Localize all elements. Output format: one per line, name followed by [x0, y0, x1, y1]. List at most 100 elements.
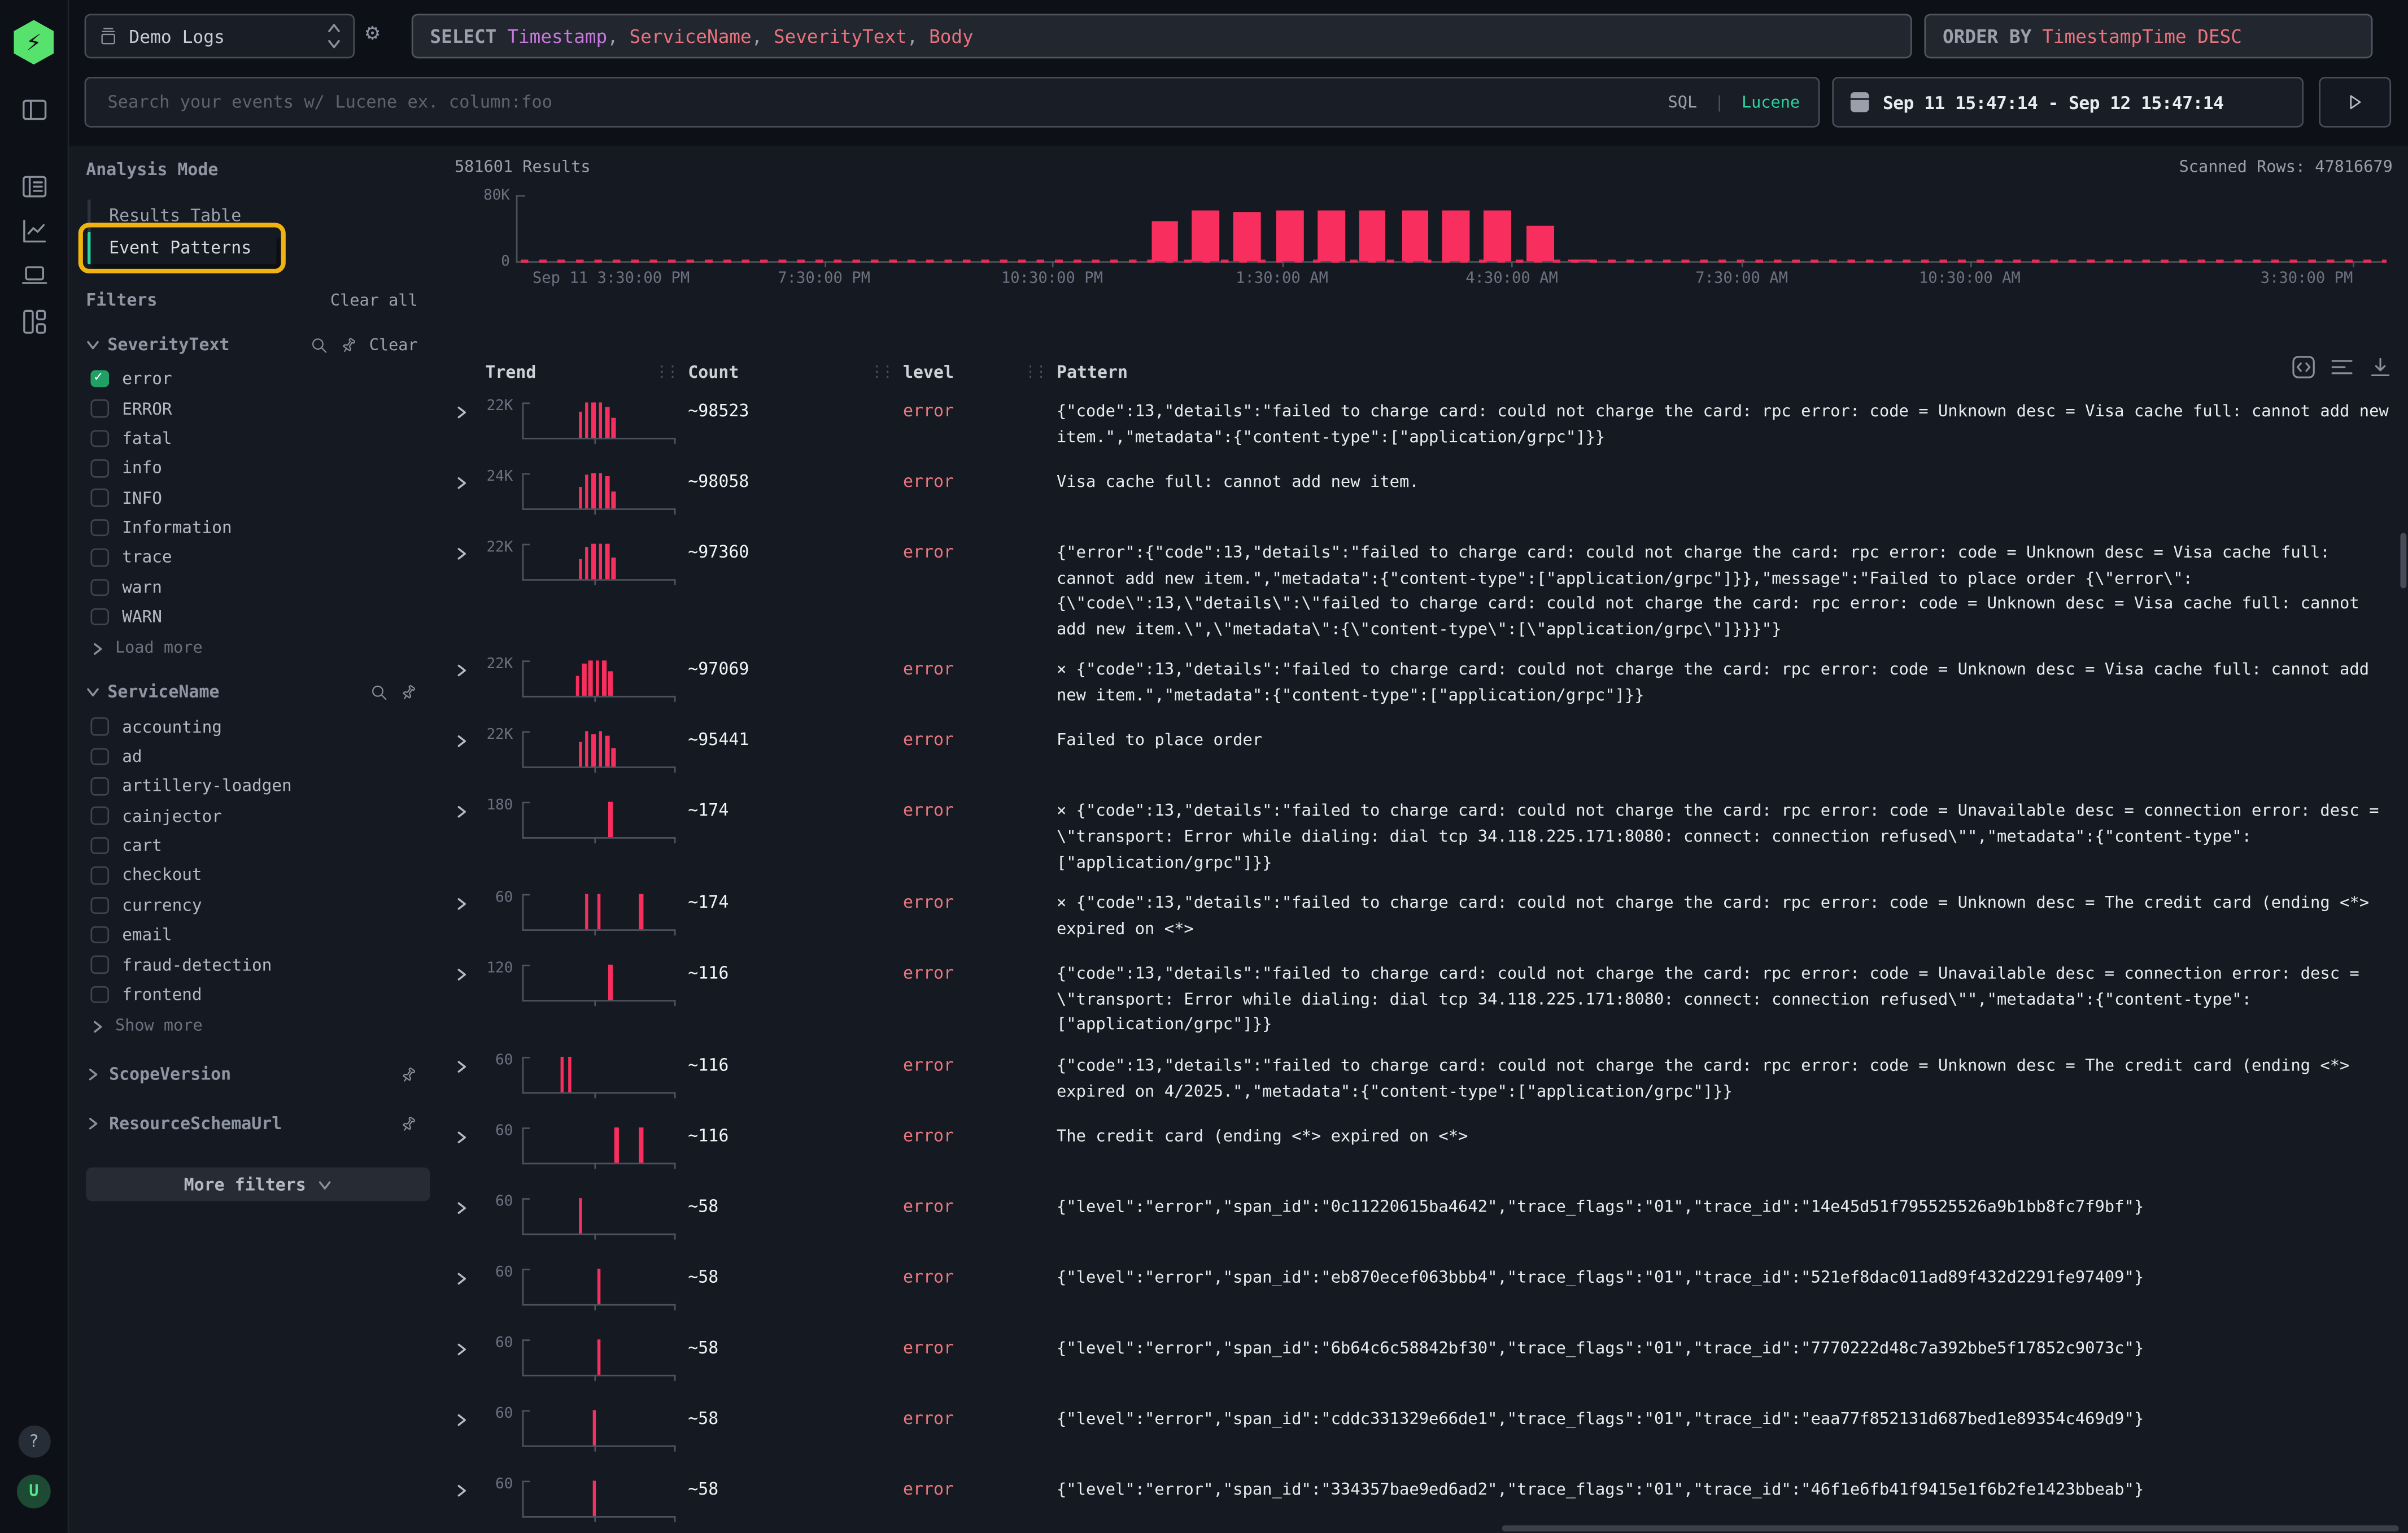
row-expand-chevron-icon[interactable]: [455, 968, 479, 982]
nav-dashboards[interactable]: [0, 307, 68, 337]
checkbox[interactable]: [90, 400, 108, 417]
histogram-bar[interactable]: [1151, 221, 1178, 261]
pattern-table-row[interactable]: 22K ~98523 error {"code":13,"details":"f…: [455, 387, 2396, 458]
checkbox[interactable]: [90, 777, 108, 795]
filter-option[interactable]: email: [86, 920, 417, 950]
row-expand-chevron-icon[interactable]: [455, 406, 479, 419]
results-histogram[interactable]: 80K 0 Sep 11 3:30:00 PM7:30:00 PM10:30:0…: [455, 180, 2402, 297]
checkbox[interactable]: [90, 430, 108, 447]
help-button[interactable]: ?: [0, 1426, 68, 1458]
row-expand-chevron-icon[interactable]: [455, 476, 479, 490]
column-drag-handle-icon[interactable]: ⋮⋮: [1023, 364, 1044, 381]
row-expand-chevron-icon[interactable]: [455, 1271, 479, 1285]
row-expand-chevron-icon[interactable]: [455, 1130, 479, 1144]
column-header-level[interactable]: level⋮⋮: [903, 363, 1057, 382]
severity-load-more[interactable]: Load more: [90, 639, 417, 658]
time-range-picker[interactable]: Sep 11 15:47:14 - Sep 12 15:47:14: [1832, 77, 2304, 128]
vertical-scrollbar-thumb[interactable]: [2400, 533, 2406, 589]
filter-option[interactable]: WARN: [86, 602, 417, 632]
checkbox[interactable]: [90, 519, 108, 537]
filter-option[interactable]: frontend: [86, 979, 417, 1009]
pattern-table-row[interactable]: 120 ~116 error {"code":13,"details":"fai…: [455, 950, 2396, 1042]
histogram-bar[interactable]: [1402, 211, 1429, 261]
search-icon[interactable]: [370, 683, 389, 702]
checkbox[interactable]: [90, 608, 108, 626]
select-columns-input[interactable]: SELECT Timestamp, ServiceName, SeverityT…: [412, 14, 1912, 58]
more-filters-button[interactable]: More filters: [86, 1168, 430, 1201]
pin-icon[interactable]: [337, 332, 362, 358]
pattern-table-row[interactable]: 60 ~58 error {"level":"error","span_id":…: [455, 1324, 2396, 1395]
histogram-bar[interactable]: [1318, 210, 1345, 262]
filter-option[interactable]: warn: [86, 572, 417, 602]
pattern-table-row[interactable]: 22K ~95441 error Failed to place order: [455, 716, 2396, 787]
checkbox[interactable]: [90, 747, 108, 765]
column-header-trend[interactable]: Trend⋮⋮: [479, 363, 688, 382]
filter-option[interactable]: currency: [86, 890, 417, 920]
pin-icon[interactable]: [396, 1062, 421, 1087]
pattern-table-row[interactable]: 22K ~97360 error {"error":{"code":13,"de…: [455, 528, 2396, 646]
pattern-table-row[interactable]: 60 ~116 error The credit card (ending <*…: [455, 1112, 2396, 1183]
filter-option[interactable]: info: [86, 454, 417, 484]
download-icon[interactable]: [2368, 355, 2393, 380]
row-expand-chevron-icon[interactable]: [455, 1413, 479, 1427]
checkbox[interactable]: [90, 956, 108, 973]
analysis-mode-option[interactable]: Results Table: [88, 200, 266, 232]
filter-option[interactable]: cainjector: [86, 801, 417, 831]
filter-option[interactable]: INFO: [86, 483, 417, 513]
row-expand-chevron-icon[interactable]: [455, 805, 479, 819]
checkbox[interactable]: [90, 370, 108, 387]
query-language-toggle[interactable]: SQL | Lucene: [1668, 93, 1800, 112]
column-drag-handle-icon[interactable]: ⋮⋮: [654, 364, 675, 381]
source-select[interactable]: Demo Logs: [85, 14, 355, 58]
filter-option[interactable]: checkout: [86, 861, 417, 891]
severity-section-header[interactable]: SeverityText Clear: [86, 335, 417, 355]
code-view-icon[interactable]: [2291, 355, 2316, 380]
filter-option[interactable]: cart: [86, 831, 417, 861]
checkbox[interactable]: [90, 866, 108, 884]
filter-option[interactable]: artillery-loadgen: [86, 771, 417, 801]
column-drag-handle-icon[interactable]: ⋮⋮: [869, 364, 891, 381]
checkbox[interactable]: [90, 548, 108, 566]
checkbox[interactable]: [90, 926, 108, 944]
pattern-table-row[interactable]: 60 ~174 error × {"code":13,"details":"fa…: [455, 879, 2396, 950]
row-expand-chevron-icon[interactable]: [455, 664, 479, 678]
filter-option[interactable]: ad: [86, 742, 417, 772]
filter-option[interactable]: ERROR: [86, 394, 417, 424]
search-input[interactable]: [104, 90, 1656, 114]
filter-option[interactable]: error: [86, 364, 417, 394]
severity-clear-button[interactable]: Clear: [369, 336, 418, 354]
histogram-bar[interactable]: [1192, 211, 1219, 261]
row-expand-chevron-icon[interactable]: [455, 547, 479, 560]
resourceschemaurl-section-header[interactable]: ResourceSchemaUrl: [86, 1114, 417, 1134]
row-expand-chevron-icon[interactable]: [455, 735, 479, 748]
checkbox[interactable]: [90, 718, 108, 735]
pattern-table-row[interactable]: 60 ~58 error {"level":"error","span_id":…: [455, 1183, 2396, 1253]
checkbox[interactable]: [90, 459, 108, 477]
pattern-table-row[interactable]: 60 ~58 error {"level":"error","span_id":…: [455, 1253, 2396, 1324]
filter-option[interactable]: trace: [86, 543, 417, 573]
filter-option[interactable]: fatal: [86, 424, 417, 454]
user-menu-button[interactable]: U: [0, 1475, 68, 1509]
order-by-input[interactable]: ORDER BY TimestampTime DESC: [1924, 14, 2372, 58]
filter-option[interactable]: fraud-detection: [86, 950, 417, 980]
checkbox[interactable]: [90, 489, 108, 507]
filter-option[interactable]: accounting: [86, 712, 417, 742]
checkbox[interactable]: [90, 578, 108, 596]
scopeversion-section-header[interactable]: ScopeVersion: [86, 1065, 417, 1085]
histogram-bar[interactable]: [1359, 210, 1386, 262]
checkbox[interactable]: [90, 837, 108, 855]
histogram-bar[interactable]: [1233, 212, 1260, 261]
pattern-table-row[interactable]: 24K ~98058 error Visa cache full: cannot…: [455, 458, 2396, 528]
analysis-mode-option[interactable]: Event Patterns: [88, 232, 276, 264]
row-expand-chevron-icon[interactable]: [455, 1343, 479, 1356]
pin-icon[interactable]: [396, 680, 421, 705]
pattern-table-row[interactable]: 60 ~58 error {"level":"error","span_id":…: [455, 1465, 2396, 1533]
nav-chart-explorer[interactable]: [0, 216, 68, 246]
row-expand-chevron-icon[interactable]: [455, 1484, 479, 1497]
histogram-bar[interactable]: [1527, 227, 1554, 261]
pattern-table-row[interactable]: 22K ~97069 error × {"code":13,"details":…: [455, 646, 2396, 716]
row-expand-chevron-icon[interactable]: [455, 1060, 479, 1073]
histogram-bar[interactable]: [1443, 211, 1470, 261]
sidebar-toggle-button[interactable]: [0, 95, 68, 125]
row-expand-chevron-icon[interactable]: [455, 1201, 479, 1214]
